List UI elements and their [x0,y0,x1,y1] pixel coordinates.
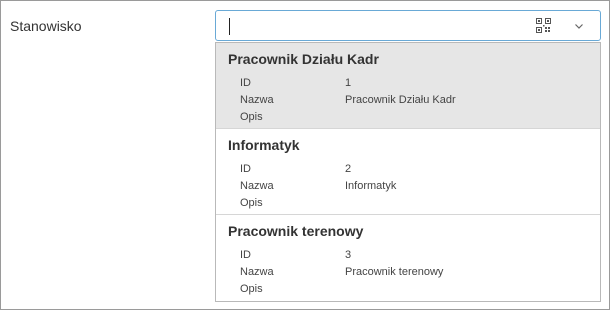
field-label: Stanowisko [10,18,82,34]
text-cursor [229,18,230,35]
option-pracownik-terenowy[interactable]: Pracownik terenowy ID 3 Nazwa Pracownik … [216,215,600,301]
id-label: ID [240,77,251,89]
option-pracownik-dzialu-kadr[interactable]: Pracownik Działu Kadr ID 1 Nazwa Pracown… [216,43,600,129]
option-title: Informatyk [228,137,300,153]
options-dropdown: Pracownik Działu Kadr ID 1 Nazwa Pracown… [215,42,601,302]
option-title: Pracownik Działu Kadr [228,51,379,67]
option-informatyk[interactable]: Informatyk ID 2 Nazwa Informatyk Opis [216,129,600,215]
id-value: 2 [345,163,352,175]
name-label: Nazwa [240,266,274,278]
name-label: Nazwa [240,180,274,192]
id-value: 1 [345,77,352,89]
description-label: Opis [240,111,263,123]
name-label: Nazwa [240,94,274,106]
description-label: Opis [240,283,263,295]
name-value: Pracownik Działu Kadr [345,94,456,106]
name-value: Informatyk [345,180,397,192]
option-title: Pracownik terenowy [228,223,364,239]
id-label: ID [240,249,251,261]
chevron-down-icon[interactable] [574,21,584,31]
qr-code-icon[interactable] [536,18,551,33]
position-combobox[interactable] [215,10,601,41]
id-value: 3 [345,249,352,261]
form-panel: Stanowisko Pracownik Działu Kadr ID 1 Na… [0,0,610,310]
id-label: ID [240,163,251,175]
description-label: Opis [240,197,263,209]
name-value: Pracownik terenowy [345,266,444,278]
